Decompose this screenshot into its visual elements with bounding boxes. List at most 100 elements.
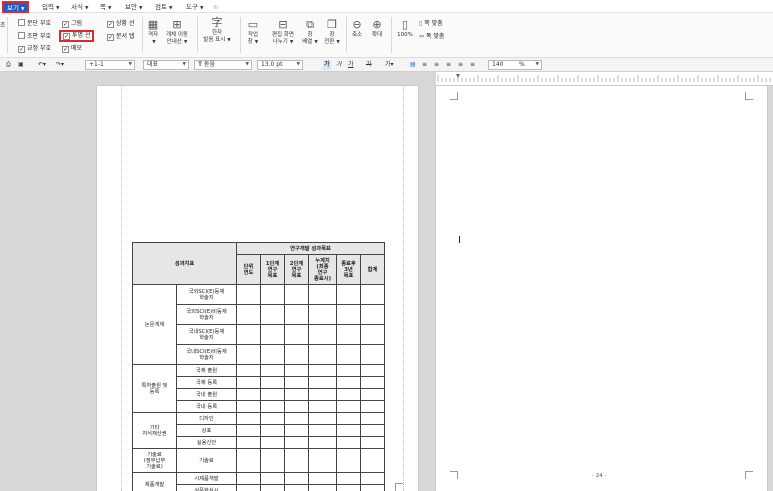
table-cell[interactable] xyxy=(236,424,261,437)
table-cell[interactable] xyxy=(236,376,261,389)
table-cell[interactable] xyxy=(260,388,285,401)
table-cell[interactable] xyxy=(284,364,309,377)
bold-button[interactable]: 가 xyxy=(323,60,331,70)
workspace-window-button[interactable]: ▭ 작업 창 ▼ xyxy=(243,19,263,46)
table-cell[interactable] xyxy=(336,284,361,305)
print-icon[interactable]: ⎙ xyxy=(6,60,11,70)
align-left-icon[interactable]: ≡ xyxy=(422,60,427,70)
underline-button[interactable]: 가 xyxy=(348,60,354,70)
align-split-icon[interactable]: ≡ xyxy=(470,60,475,70)
table-cell[interactable] xyxy=(284,400,309,413)
align-distribute-icon[interactable]: ≡ xyxy=(458,60,463,70)
menu-format[interactable]: 서식 ▼ xyxy=(71,2,88,12)
table-cell[interactable] xyxy=(360,484,385,491)
checkbox-status-line[interactable]: ✓ 상황 선 xyxy=(107,19,134,28)
table-cell[interactable] xyxy=(308,484,337,491)
table-cell[interactable] xyxy=(284,412,309,425)
table-cell[interactable] xyxy=(260,424,285,437)
checkbox-box[interactable] xyxy=(18,32,25,39)
indent-marker-icon[interactable] xyxy=(456,74,460,78)
table-cell[interactable] xyxy=(284,424,309,437)
table-cell[interactable] xyxy=(260,448,285,473)
performance-table[interactable]: 성과지표 연구개발 성과목표 단위 연도 1단계 연구 목표 2단계 연구 목표… xyxy=(132,242,385,491)
table-cell[interactable] xyxy=(360,344,385,365)
table-cell[interactable] xyxy=(236,284,261,305)
table-cell[interactable] xyxy=(308,304,337,325)
table-cell[interactable] xyxy=(236,412,261,425)
table-cell[interactable] xyxy=(260,472,285,485)
undo-icon[interactable]: ↶▾ xyxy=(38,60,46,70)
strike-button[interactable]: 가 xyxy=(366,60,372,70)
table-cell[interactable] xyxy=(336,400,361,413)
table-cell[interactable] xyxy=(284,344,309,365)
checkbox-box[interactable]: ✓ xyxy=(62,46,69,53)
checkbox-transparent-lines[interactable]: ✓ 투명 선 xyxy=(59,30,95,42)
table-cell[interactable] xyxy=(236,448,261,473)
table-cell[interactable] xyxy=(336,436,361,449)
menu-insert[interactable]: 입력 ▼ xyxy=(42,2,59,12)
table-cell[interactable] xyxy=(236,436,261,449)
table-cell[interactable] xyxy=(284,484,309,491)
table-cell[interactable] xyxy=(360,376,385,389)
table-cell[interactable] xyxy=(260,400,285,413)
table-cell[interactable] xyxy=(336,388,361,401)
window-arrange-button[interactable]: ⧉ 창 배열 ▼ xyxy=(300,19,320,46)
table-cell[interactable] xyxy=(308,448,337,473)
table-cell[interactable] xyxy=(360,424,385,437)
zoom-input[interactable]: 140 % ▼ xyxy=(488,60,542,70)
table-cell[interactable] xyxy=(260,344,285,365)
table-cell[interactable] xyxy=(336,376,361,389)
table-cell[interactable] xyxy=(308,400,337,413)
italic-button[interactable]: 가 xyxy=(336,60,342,70)
zoom-out-button[interactable]: ⊖ 축소 xyxy=(348,19,366,39)
table-cell[interactable] xyxy=(236,484,261,491)
table-cell[interactable] xyxy=(360,388,385,401)
table-cell[interactable] xyxy=(308,472,337,485)
zoom-in-button[interactable]: ⊕ 확대 xyxy=(368,19,386,39)
checkbox-paragraph-marks[interactable]: 문단 부호 xyxy=(18,19,51,28)
table-cell[interactable] xyxy=(336,344,361,365)
checkbox-box[interactable]: ✓ xyxy=(62,21,69,28)
checkbox-memo[interactable]: ✓ 메모 xyxy=(62,44,82,53)
table-cell[interactable] xyxy=(360,304,385,325)
checkbox-box[interactable]: ✓ xyxy=(107,34,114,41)
menu-security[interactable]: 보안 ▼ xyxy=(125,2,142,12)
table-cell[interactable] xyxy=(336,364,361,377)
table-cell[interactable] xyxy=(308,412,337,425)
font-color-button[interactable]: 가▾ xyxy=(385,60,394,70)
style-select[interactable]: +1-1 ▼ xyxy=(85,60,135,70)
font-size-input[interactable]: 13.0 pt ▼ xyxy=(257,60,303,70)
table-cell[interactable] xyxy=(308,344,337,365)
table-cell[interactable] xyxy=(236,472,261,485)
table-cell[interactable] xyxy=(284,448,309,473)
split-edit-screen-button[interactable]: ⊟ 편집 화면 나누기 ▼ xyxy=(267,19,299,46)
table-cell[interactable] xyxy=(336,472,361,485)
table-cell[interactable] xyxy=(308,284,337,305)
table-cell[interactable] xyxy=(360,364,385,377)
table-cell[interactable] xyxy=(308,376,337,389)
align-justify-icon[interactable]: ▤ xyxy=(410,60,416,70)
table-cell[interactable] xyxy=(360,324,385,345)
document-area[interactable]: 성과지표 연구개발 성과목표 단위 연도 1단계 연구 목표 2단계 연구 목표… xyxy=(0,72,773,491)
table-cell[interactable] xyxy=(284,304,309,325)
hanja-pronunciation-button[interactable]: 字 한자 발음 표시 ▼ xyxy=(200,17,234,44)
checkbox-box[interactable]: ✓ xyxy=(18,46,25,53)
checkbox-box[interactable] xyxy=(18,19,25,26)
table-cell[interactable] xyxy=(308,324,337,345)
table-cell[interactable] xyxy=(236,344,261,365)
align-center-icon[interactable]: ≡ xyxy=(434,60,439,70)
table-cell[interactable] xyxy=(284,472,309,485)
checkbox-box[interactable]: ✓ xyxy=(107,21,114,28)
table-cell[interactable] xyxy=(360,436,385,449)
save-icon[interactable]: ▣ xyxy=(18,60,24,70)
help-icon[interactable]: ⊕ xyxy=(213,2,218,12)
table-cell[interactable] xyxy=(260,436,285,449)
table-cell[interactable] xyxy=(308,424,337,437)
grid-button[interactable]: ▦ 격자 ▼ xyxy=(142,19,164,46)
language-select[interactable]: 대표 ▼ xyxy=(143,60,189,70)
table-cell[interactable] xyxy=(260,376,285,389)
align-right-icon[interactable]: ≡ xyxy=(446,60,451,70)
table-cell[interactable] xyxy=(236,388,261,401)
table-cell[interactable] xyxy=(336,324,361,345)
fit-width-button[interactable]: ⇔ 폭 맞춤 xyxy=(419,32,444,41)
